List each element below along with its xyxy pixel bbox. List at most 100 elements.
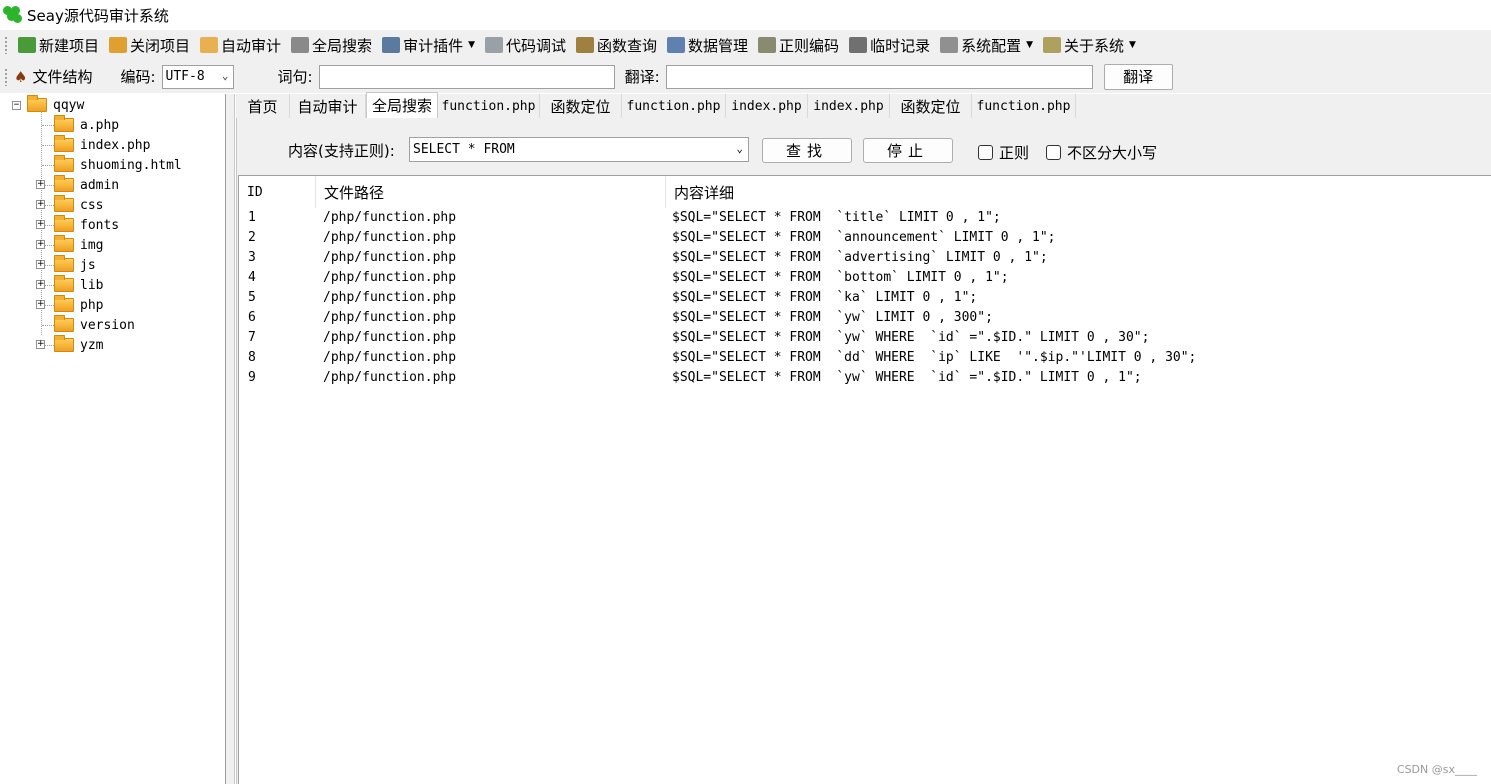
case-insensitive-checkbox[interactable]: 不区分大小写 [1046,142,1157,163]
menu-item-10[interactable]: 系统配置 ▼ [936,32,1037,58]
table-row[interactable]: 1/php/function.php $SQL="SELECT * FROM `t… [239,207,1491,227]
menu-item-label: 全局搜索 [312,36,373,55]
tree-item[interactable]: js [54,255,96,275]
secondary-toolbar: ♠ 文件结构 编码: UTF-8 ⌄ 词句: 翻译: 翻译 [0,60,1491,93]
menu-item-6[interactable]: 函数查询 [572,32,661,58]
menu-item-4[interactable]: 审计插件 ▼ [378,32,479,58]
tree-guide-line [42,125,54,126]
table-row[interactable]: 8/php/function.php $SQL="SELECT * FROM `d… [239,347,1491,367]
find-button[interactable]: 查找 [762,138,852,163]
word-input[interactable] [318,64,615,89]
window-title: Seay源代码审计系统 [27,6,169,25]
menu-item-3[interactable]: 全局搜索 [287,32,376,58]
cell-id: 9 [248,369,256,385]
menu-item-1[interactable]: 关闭项目 [105,32,194,58]
tree-item[interactable]: yzm [54,335,103,355]
regex-checkbox[interactable]: 正则 [978,142,1029,163]
expand-icon[interactable]: + [36,300,45,309]
expand-icon[interactable]: + [36,200,45,209]
tab-9[interactable]: function.php [972,94,1076,118]
column-header-id[interactable]: ID [239,176,316,208]
folder-icon [54,195,74,212]
folder-icon [54,155,74,172]
tab-1[interactable]: 自动审计 [290,94,366,118]
cell-path: /php/function.php [323,209,457,225]
panel-splitter[interactable] [226,94,235,784]
expand-icon[interactable]: + [36,240,45,249]
toolbar-grip[interactable] [4,67,8,86]
about-icon [1043,37,1062,53]
gear-icon [940,37,959,53]
collapse-icon[interactable]: − [12,100,21,110]
results-table: ID 文件路径 内容详细 1/php/function.php $SQL="SEL… [238,175,1491,784]
tab-7[interactable]: index.php [808,94,890,118]
translate-input[interactable] [665,64,1093,89]
menu-item-5[interactable]: 代码调试 [481,32,570,58]
tab-6[interactable]: index.php [726,94,808,118]
expand-icon[interactable]: + [36,340,45,349]
file-structure-label[interactable]: 文件结构 [32,66,92,87]
tree-item[interactable]: version [54,315,135,335]
menu-item-9[interactable]: 临时记录 [845,32,934,58]
cell-id: 1 [248,209,256,225]
expand-icon[interactable]: + [36,260,45,269]
dropdown-arrow-icon[interactable]: ▼ [468,40,475,50]
cell-id: 2 [248,229,256,245]
translate-button[interactable]: 翻译 [1103,63,1173,90]
tree-item[interactable]: admin [54,175,119,195]
toolbar-grip[interactable] [4,36,8,54]
debug-icon [485,37,503,53]
tree-item[interactable]: php [54,295,103,315]
table-row[interactable]: 6/php/function.php $SQL="SELECT * FROM `y… [239,307,1491,327]
checkbox-box[interactable] [1046,145,1061,160]
tree-item[interactable]: a.php [54,115,119,135]
table-row[interactable]: 9/php/function.php $SQL="SELECT * FROM `y… [239,367,1491,387]
stop-button[interactable]: 停止 [863,138,953,163]
checkbox-box[interactable] [978,145,993,160]
menu-item-label: 关于系统 [1064,36,1125,55]
menu-item-2[interactable]: 自动审计 [196,32,285,58]
table-row[interactable]: 3/php/function.php $SQL="SELECT * FROM `a… [239,247,1491,267]
encoding-select[interactable]: UTF-8 ⌄ [161,64,234,89]
menu-item-8[interactable]: 正则编码 [754,32,843,58]
table-row[interactable]: 2/php/function.php $SQL="SELECT * FROM `a… [239,227,1491,247]
search-input[interactable]: SELECT * FROM ⌄ [409,137,749,162]
expand-icon[interactable]: + [36,220,45,229]
tree-root[interactable]: − qqyw [12,95,84,115]
table-row[interactable]: 5/php/function.php $SQL="SELECT * FROM `k… [239,287,1491,307]
table-row[interactable]: 7/php/function.php $SQL="SELECT * FROM `y… [239,327,1491,347]
expand-icon[interactable]: + [36,180,45,189]
menu-item-0[interactable]: 新建项目 [14,32,103,58]
column-header-path[interactable]: 文件路径 [316,176,666,208]
tree-item-label: a.php [80,117,120,133]
menu-item-label: 新建项目 [39,36,100,55]
expand-icon[interactable]: + [36,280,45,289]
dropdown-arrow-icon[interactable]: ▼ [1129,40,1136,50]
tab-2[interactable]: 全局搜索 [366,92,438,118]
tree-item[interactable]: fonts [54,215,119,235]
main-toolbar: 新建项目 关闭项目 自动审计 全局搜索 审计插件 ▼ 代码调试 函数查询 数据管理 正则编码 临时记… [0,30,1491,60]
tree-item[interactable]: shuoming.html [54,155,182,175]
menu-item-11[interactable]: 关于系统 ▼ [1039,32,1140,58]
menu-item-label: 临时记录 [870,36,931,55]
search-label: 内容(支持正则): [288,142,395,160]
tab-3[interactable]: function.php [438,94,540,118]
regex-encode-icon [758,37,777,53]
tree-item[interactable]: img [54,235,103,255]
chevron-down-icon: ⌄ [736,142,743,155]
tree-item[interactable]: css [54,195,103,215]
menu-item-7[interactable]: 数据管理 [663,32,752,58]
tab-4[interactable]: 函数定位 [540,94,622,118]
encoding-value: UTF-8 [165,69,205,84]
tree-item-label: admin [80,177,120,193]
column-header-detail[interactable]: 内容详细 [666,176,1491,208]
tree-item[interactable]: lib [54,275,103,295]
tree-item-label: fonts [80,217,120,233]
tab-8[interactable]: 函数定位 [890,94,972,118]
tab-0[interactable]: 首页 [236,94,290,118]
tree-item[interactable]: index.php [54,135,150,155]
dropdown-arrow-icon[interactable]: ▼ [1026,40,1033,50]
tree-guide-line [42,325,54,326]
tab-5[interactable]: function.php [622,94,726,118]
table-row[interactable]: 4/php/function.php $SQL="SELECT * FROM `b… [239,267,1491,287]
